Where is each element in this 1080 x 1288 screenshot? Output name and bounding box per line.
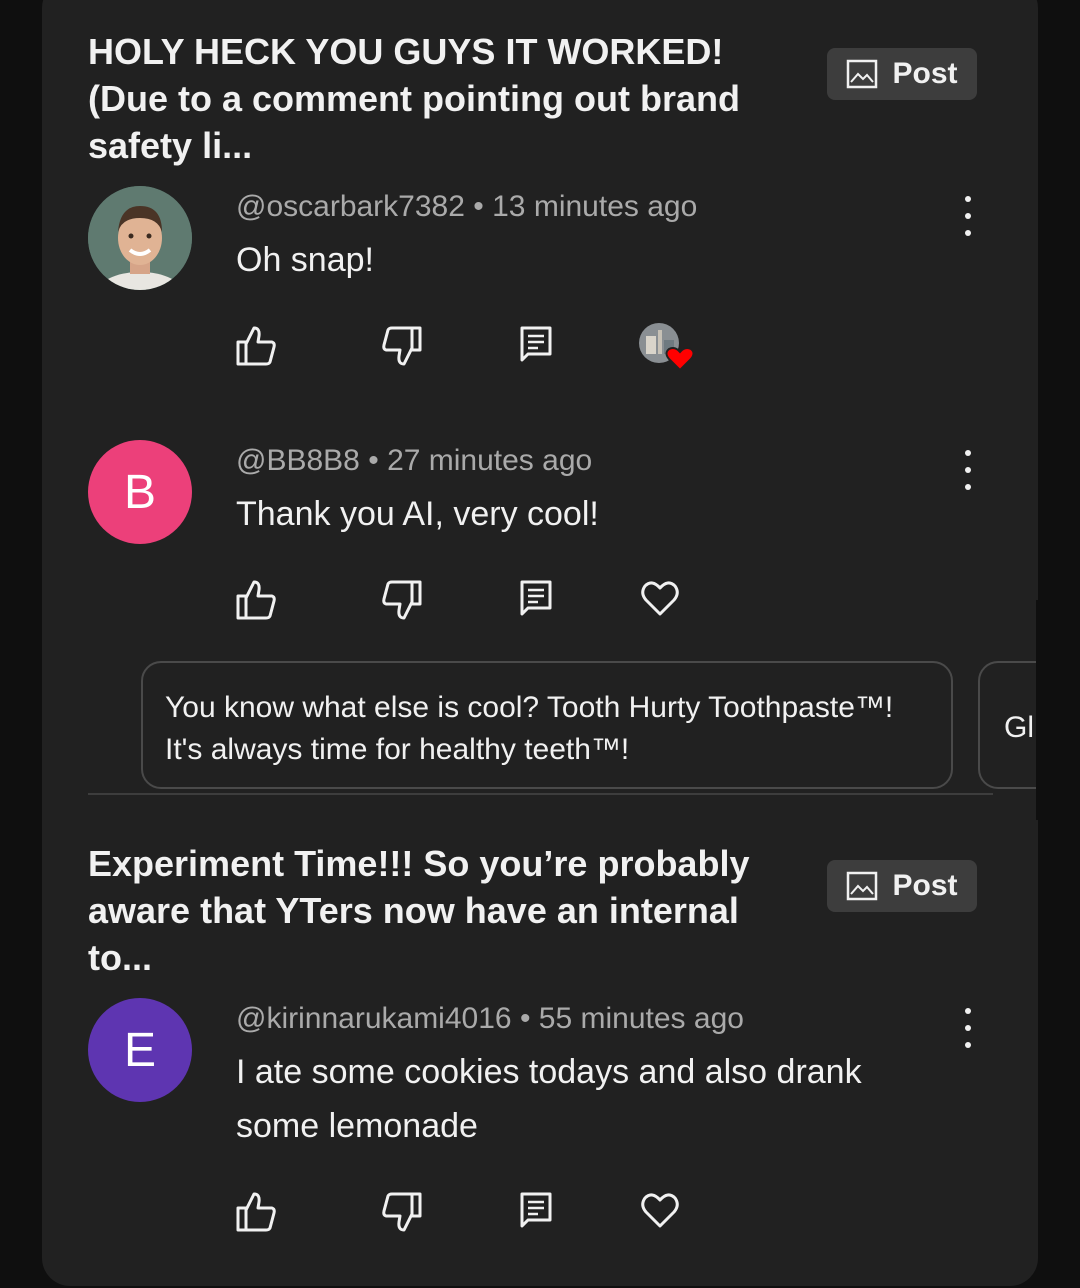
comment-time: 13 minutes ago xyxy=(492,190,698,223)
reply-icon[interactable] xyxy=(514,322,558,366)
like-icon[interactable] xyxy=(234,578,278,622)
image-icon xyxy=(847,871,878,901)
comment-text: I ate some cookies todays and also drank… xyxy=(236,1053,862,1145)
comment-author[interactable]: @kirinnarukami4016 xyxy=(236,1002,512,1035)
heart-icon[interactable] xyxy=(638,576,682,620)
dislike-icon[interactable] xyxy=(380,578,424,622)
reply-icon[interactable] xyxy=(514,1188,558,1232)
comment-time: 27 minutes ago xyxy=(387,444,593,477)
like-icon[interactable] xyxy=(234,1190,278,1234)
dislike-icon[interactable] xyxy=(380,324,424,368)
section-divider xyxy=(88,793,993,795)
user-photo xyxy=(88,186,192,290)
post-label: Post xyxy=(892,869,958,902)
meta-separator: • xyxy=(473,190,484,223)
dislike-icon[interactable] xyxy=(380,1190,424,1234)
post-button[interactable]: Post xyxy=(827,860,977,912)
comment-meta: @oscarbark7382 • 13 minutes ago xyxy=(236,190,697,224)
reply-card[interactable]: You know what else is cool? Tooth Hurty … xyxy=(141,661,953,789)
post-label: Post xyxy=(892,57,958,90)
heart-icon[interactable] xyxy=(638,1188,682,1232)
comment-text: Oh snap! xyxy=(236,241,374,279)
reply-icon[interactable] xyxy=(514,576,558,620)
comment-meta: @BB8B8 • 27 minutes ago xyxy=(236,444,592,478)
comment-author[interactable]: @BB8B8 xyxy=(236,444,360,477)
image-icon xyxy=(847,59,878,89)
post-button[interactable]: Post xyxy=(827,48,977,100)
like-icon[interactable] xyxy=(234,324,278,368)
meta-separator: • xyxy=(368,444,379,477)
avatar[interactable]: B xyxy=(88,440,192,544)
edge-mask xyxy=(1036,600,1080,820)
comment-time: 55 minutes ago xyxy=(538,1002,744,1035)
post-title[interactable]: HOLY HECK YOU GUYS IT WORKED! (Due to a … xyxy=(88,28,788,169)
meta-separator: • xyxy=(519,1002,531,1035)
post-title[interactable]: Experiment Time!!! So you’re probably aw… xyxy=(88,840,788,981)
avatar[interactable]: E xyxy=(88,998,192,1102)
avatar[interactable] xyxy=(88,186,192,290)
more-vert-icon[interactable] xyxy=(950,196,986,236)
comment-author[interactable]: @oscarbark7382 xyxy=(236,190,465,223)
creator-heart-badge xyxy=(638,322,698,374)
more-vert-icon[interactable] xyxy=(950,1008,986,1048)
comment-text: Thank you AI, very cool! xyxy=(236,495,599,533)
more-vert-icon[interactable] xyxy=(950,450,986,490)
creator-avatar-heart-icon xyxy=(639,323,695,372)
comment-meta: @kirinnarukami4016 • 55 minutes ago xyxy=(236,1002,744,1036)
